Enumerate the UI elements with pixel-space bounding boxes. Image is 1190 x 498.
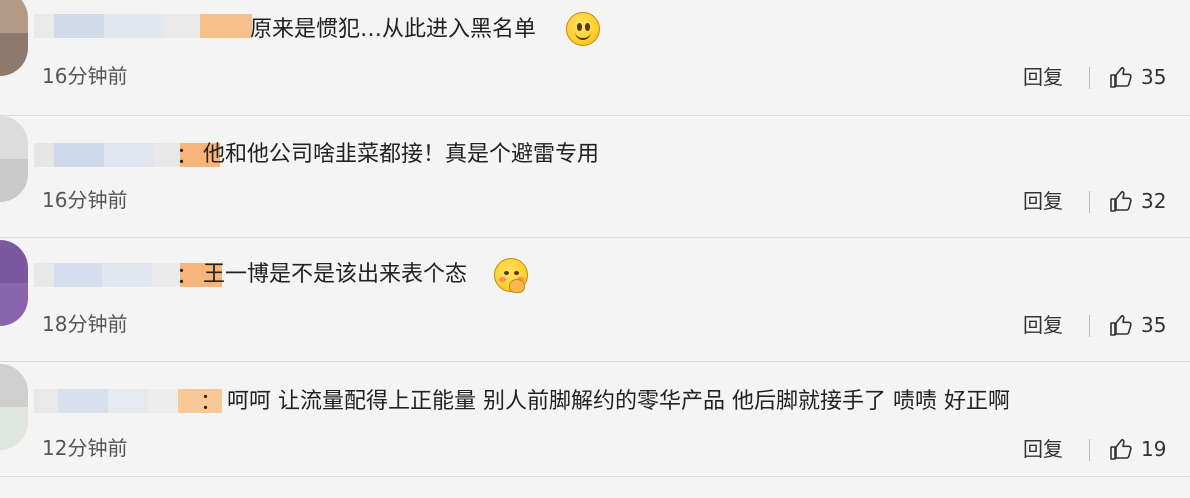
row-divider [0, 476, 1190, 477]
like-button[interactable]: 19 [1109, 435, 1166, 463]
divider [1089, 315, 1090, 337]
comment-text: 原来是惯犯…从此进入黑名单 [250, 17, 537, 42]
like-count: 19 [1141, 437, 1167, 461]
comment-text: 呵呵 让流量配得上正能量 别人前脚解约的零华产品 他后脚就接手了 啧啧 好正啊 [227, 389, 1010, 414]
divider [1089, 191, 1090, 213]
like-button[interactable]: 32 [1109, 187, 1166, 215]
thumbs-up-icon [1110, 190, 1132, 212]
comment-time: 18分钟前 [42, 312, 128, 336]
colon: ： [176, 144, 199, 169]
reply-button[interactable]: 回复 [1023, 312, 1063, 338]
comment-text: 他和他公司啥韭菜都接！真是个避雷专用 [203, 142, 600, 167]
colon: ： [176, 264, 199, 289]
thumbs-up-icon [1110, 314, 1132, 336]
reply-button[interactable]: 回复 [1023, 436, 1063, 462]
username-blurred[interactable] [34, 388, 222, 414]
reply-button[interactable]: 回复 [1023, 64, 1063, 90]
comment-time: 16分钟前 [42, 64, 128, 88]
like-count: 35 [1141, 313, 1167, 337]
thumbs-up-icon [1110, 438, 1132, 460]
divider [1089, 67, 1090, 89]
comment-item: ： 王一博是不是该出来表个态 18分钟前 回复 35 [0, 238, 1190, 362]
hand-on-cheek-emoji-icon [494, 258, 528, 293]
comment-item: ： 他和他公司啥韭菜都接！真是个避雷专用 16分钟前 回复 32 [0, 114, 1190, 238]
comment-text: 王一博是不是该出来表个态 [203, 262, 468, 287]
comment-time: 12分钟前 [42, 436, 128, 460]
thumbs-up-icon [1110, 66, 1132, 88]
like-button[interactable]: 35 [1109, 311, 1166, 339]
smile-emoji-icon [566, 12, 600, 46]
username-blurred[interactable] [34, 13, 252, 39]
like-count: 35 [1141, 65, 1167, 89]
avatar[interactable] [0, 240, 28, 326]
like-button[interactable]: 35 [1109, 63, 1166, 91]
avatar[interactable] [0, 116, 28, 202]
comment-item: ： 呵呵 让流量配得上正能量 别人前脚解约的零华产品 他后脚就接手了 啧啧 好正… [0, 362, 1190, 486]
comment-time: 16分钟前 [42, 188, 128, 212]
divider [1089, 439, 1090, 461]
avatar[interactable] [0, 364, 28, 450]
comment-item: 原来是惯犯…从此进入黑名单 16分钟前 回复 35 [0, 0, 1190, 116]
colon: ： [200, 390, 223, 415]
comment-list: 原来是惯犯…从此进入黑名单 16分钟前 回复 35 ： 他和他公司啥韭菜都接！真… [0, 0, 1190, 498]
like-count: 32 [1141, 189, 1167, 213]
reply-button[interactable]: 回复 [1023, 188, 1063, 214]
avatar[interactable] [0, 0, 28, 76]
